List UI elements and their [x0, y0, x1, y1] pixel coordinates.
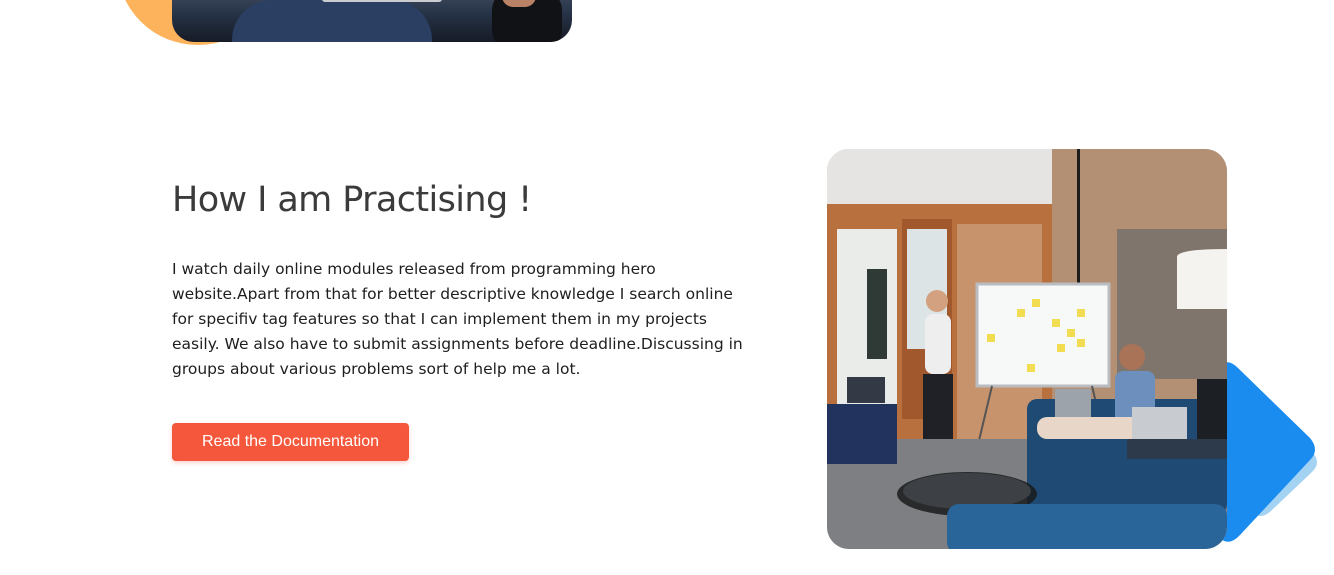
section-heading: How I am Practising !: [172, 180, 532, 220]
laptop-person-photo: [172, 0, 572, 42]
read-documentation-button[interactable]: Read the Documentation: [172, 423, 409, 461]
team-meeting-illustration: [827, 149, 1227, 549]
team-meeting-photo: [827, 149, 1227, 549]
section-description: I watch daily online modules released fr…: [172, 260, 743, 378]
